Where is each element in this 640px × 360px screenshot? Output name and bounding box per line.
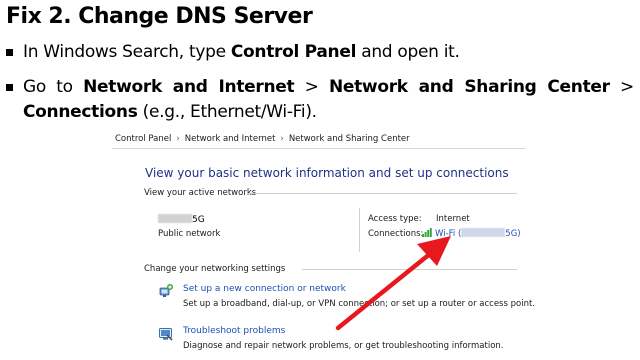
troubleshoot-icon — [159, 328, 173, 341]
bullet-text-bold: Connections — [23, 102, 138, 122]
breadcrumb-item-network-and-internet[interactable]: Network and Internet — [185, 134, 276, 144]
troubleshoot-problems-description: Diagnose and repair network problems, or… — [183, 341, 504, 351]
bullet-line-2: Connections (e.g., Ethernet/Wi-Fi). — [23, 102, 317, 122]
network-name: 5G — [158, 214, 205, 225]
wifi-connection-prefix: Wi-Fi ( — [435, 229, 462, 239]
section-label-change-settings: Change your networking settings — [144, 264, 286, 274]
bullet-text-plain: In Windows Search, type — [23, 42, 231, 62]
page-heading: View your basic network information and … — [145, 166, 509, 180]
bullet-separator: > — [294, 77, 329, 97]
bullet-marker — [6, 84, 13, 91]
section-divider — [302, 269, 517, 270]
setup-connection-link[interactable]: Set up a new connection or network — [183, 284, 346, 294]
bullet-navigation-path: Go to Network and Internet > Network and… — [6, 75, 634, 125]
redacted-block — [158, 214, 192, 223]
breadcrumb: Control Panel › Network and Internet › Netwo… — [115, 134, 410, 144]
bullet-text-plain: and open it. — [356, 42, 460, 62]
access-type-value: Internet — [436, 214, 470, 224]
network-type-link[interactable]: Public network — [158, 229, 220, 239]
vertical-divider — [359, 208, 360, 252]
bullet-text-bold: Control Panel — [230, 42, 357, 62]
wifi-connection-link[interactable]: Wi-Fi ( 5G) — [422, 228, 521, 239]
slide-title: Fix 2. Change DNS Server — [6, 4, 313, 29]
bullet-line-1: Go to Network and Internet > Network and… — [23, 75, 634, 100]
redacted-block — [461, 228, 506, 237]
wifi-connection-suffix: 5G) — [505, 229, 521, 239]
section-label-active-networks: View your active networks — [144, 188, 257, 198]
bullet-text: In Windows Search, type Control Panel an… — [23, 40, 626, 65]
breadcrumb-separator-icon: › — [280, 134, 284, 144]
bullet-control-panel: In Windows Search, type Control Panel an… — [6, 40, 626, 65]
wifi-signal-icon — [422, 228, 432, 237]
breadcrumb-divider — [112, 148, 526, 149]
bullet-text-bold: Network and Sharing Center — [328, 77, 610, 97]
connections-label: Connections: — [368, 229, 424, 239]
network-setup-icon — [159, 284, 173, 297]
bullet-separator: > — [609, 77, 634, 97]
setup-connection-description: Set up a broadband, dial-up, or VPN conn… — [183, 299, 535, 309]
access-type-label: Access type: — [368, 214, 422, 224]
bullet-text-plain: (e.g., Ethernet/Wi-Fi). — [137, 102, 317, 122]
breadcrumb-item-control-panel[interactable]: Control Panel — [115, 134, 171, 144]
control-panel-screenshot: Control Panel › Network and Internet › Netwo… — [112, 131, 535, 360]
breadcrumb-item-network-and-sharing-center[interactable]: Network and Sharing Center — [289, 134, 410, 144]
network-name-suffix: 5G — [192, 215, 205, 225]
troubleshoot-problems-link[interactable]: Troubleshoot problems — [183, 326, 285, 336]
bullet-text-plain: Go to — [23, 77, 84, 97]
bullet-text: Go to Network and Internet > Network and… — [23, 75, 634, 125]
section-divider — [247, 193, 517, 194]
bullet-marker — [6, 49, 13, 56]
breadcrumb-separator-icon: › — [176, 134, 180, 144]
bullet-text-bold: Network and Internet — [83, 77, 295, 97]
